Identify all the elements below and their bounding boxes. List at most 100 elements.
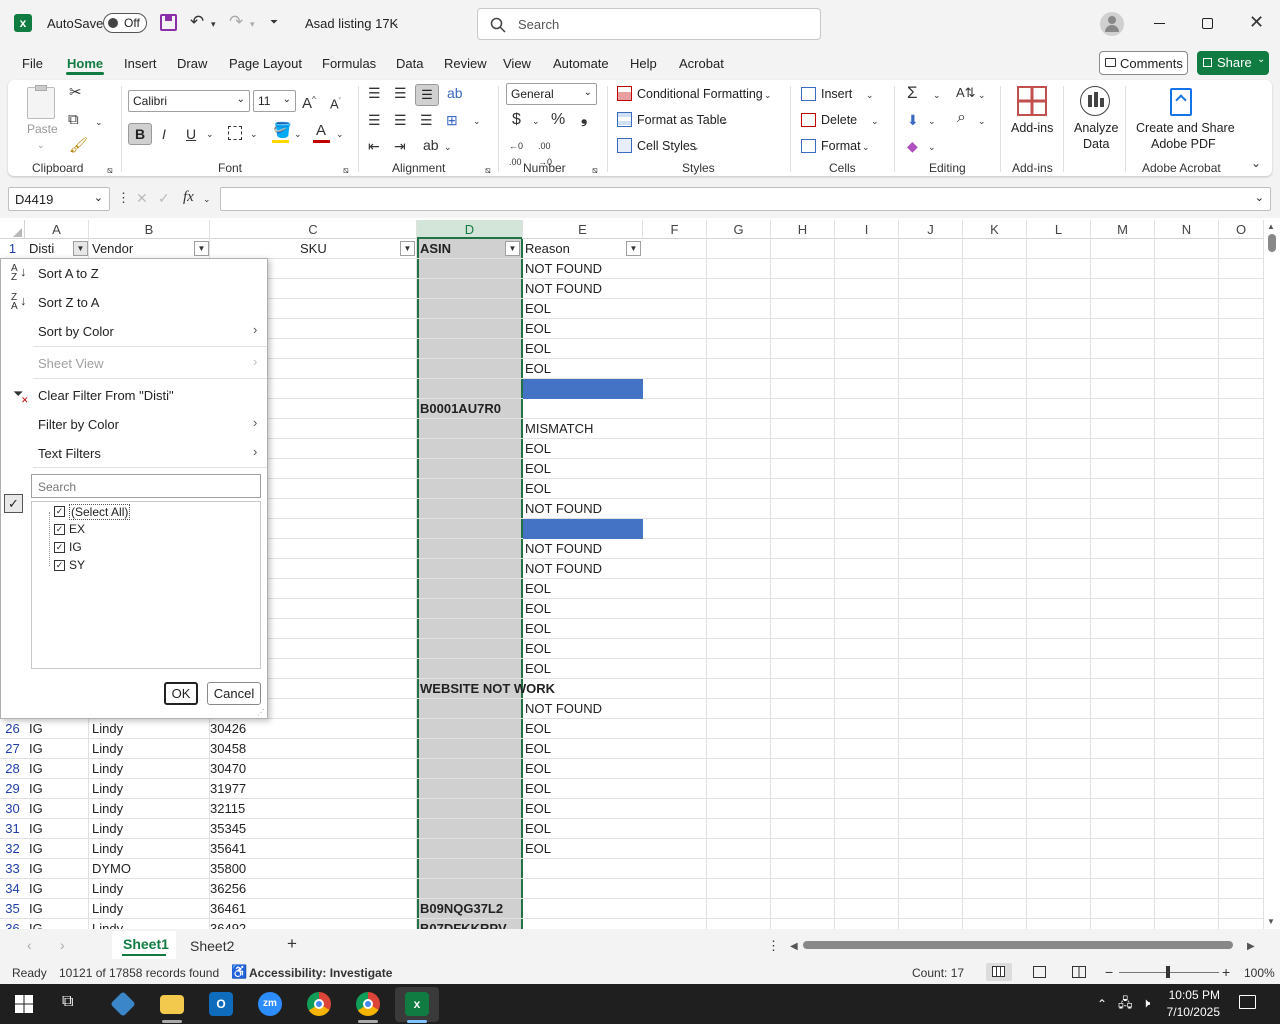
cell-reason[interactable]: NOT FOUND [525, 499, 602, 519]
delete-cells-dropdown-icon[interactable]: ⌄ [871, 113, 879, 129]
cell-sku[interactable]: 30458 [210, 739, 246, 759]
task-view-icon[interactable]: ⧉ [62, 994, 73, 1010]
restore-icon[interactable] [1202, 18, 1213, 29]
align-right-icon[interactable]: ☰ [420, 112, 433, 128]
format-cells-icon[interactable] [801, 139, 816, 153]
format-table-dropdown-icon[interactable]: ⌄ [721, 113, 729, 129]
cell-reason[interactable]: EOL [525, 439, 551, 459]
find-dropdown-icon[interactable]: ⌄ [978, 113, 986, 129]
cell-asin[interactable]: B09NQG37L2 [420, 899, 503, 919]
scroll-right-icon[interactable]: ▶ [1247, 939, 1255, 955]
cell-disti[interactable]: IG [29, 739, 43, 759]
filter-dropdown-vendor[interactable]: ▼ [194, 241, 209, 256]
paste-label[interactable]: Paste [27, 122, 58, 136]
row-header[interactable]: 31 [0, 819, 25, 839]
option-ig[interactable]: IG [69, 540, 82, 554]
cell-disti[interactable]: IG [29, 879, 43, 899]
vertical-scrollbar[interactable]: ▲ ▼ [1264, 220, 1280, 930]
cell-sku[interactable]: 35641 [210, 839, 246, 859]
chrome-profile-icon[interactable] [356, 992, 380, 1016]
excel-taskbar-icon[interactable]: x [405, 992, 429, 1016]
underline-dropdown-icon[interactable]: ⌄ [206, 126, 214, 142]
save-icon[interactable] [160, 14, 177, 31]
create-pdf-icon[interactable] [1170, 88, 1192, 116]
minimize-icon[interactable] [1154, 23, 1165, 24]
file-name[interactable]: Asad listing 17K [305, 16, 398, 31]
cell-reason[interactable]: EOL [525, 719, 551, 739]
cell-sku[interactable]: 35345 [210, 819, 246, 839]
cell-vendor[interactable]: Lindy [92, 739, 123, 759]
autosum-dropdown-icon[interactable]: ⌄ [933, 87, 941, 103]
row-header[interactable]: 30 [0, 799, 25, 819]
insert-function-icon[interactable]: fx [183, 189, 194, 205]
column-header[interactable]: C [210, 220, 417, 239]
cell-reason[interactable]: EOL [525, 639, 551, 659]
undo-dropdown-icon[interactable]: ▾ [211, 16, 216, 32]
row-header[interactable]: 27 [0, 739, 25, 759]
sheet-tab-sheet1[interactable]: Sheet1 [112, 931, 176, 959]
volume-mute-icon[interactable]: 🕨 [1142, 995, 1150, 1011]
tray-chevron-icon[interactable]: ⌃ [1097, 996, 1107, 1012]
sort-z-to-a[interactable]: Sort Z to A [38, 295, 99, 310]
cell-reason[interactable]: MISMATCH [525, 419, 593, 439]
cell-disti[interactable]: IG [29, 719, 43, 739]
comments-button[interactable]: Comments [1099, 51, 1188, 75]
copy-icon[interactable]: ⧉ [68, 112, 79, 128]
currency-dropdown-icon[interactable]: ⌄ [532, 113, 540, 129]
scroll-left-icon[interactable]: ◀ [790, 939, 798, 955]
orientation-icon[interactable]: ab [423, 137, 439, 153]
column-header[interactable]: H [771, 220, 835, 239]
row-header[interactable]: 26 [0, 719, 25, 739]
create-share-pdf-button[interactable]: Create and Share [1136, 121, 1235, 135]
cell-vendor[interactable]: Lindy [92, 839, 123, 859]
cell-disti[interactable]: IG [29, 779, 43, 799]
autosum-icon[interactable]: Σ [907, 84, 918, 101]
font-launcher-icon[interactable]: ⧅ [343, 162, 349, 178]
page-break-view-icon[interactable] [1072, 966, 1086, 978]
cell-disti[interactable]: IG [29, 859, 43, 879]
decrease-font-icon[interactable]: Aˇ [330, 94, 341, 112]
filter-search-input[interactable]: Search [31, 474, 261, 498]
expand-formula-icon[interactable]: ⌄ [1255, 191, 1264, 204]
file-name-chevron-icon[interactable]: ⌄ [391, 16, 399, 32]
row-header[interactable]: 34 [0, 879, 25, 899]
zoom-out-icon[interactable]: − [1105, 964, 1113, 980]
increase-decimal-icon[interactable]: ←0.00 [509, 138, 523, 170]
cell-reason[interactable]: EOL [525, 659, 551, 679]
decrease-indent-icon[interactable]: ⇤ [368, 138, 380, 154]
number-format-select[interactable]: General ⌄ [506, 83, 597, 105]
undo-icon[interactable]: ↶ [190, 13, 204, 30]
prev-sheet-icon[interactable]: ‹ [27, 937, 32, 953]
fill-dropdown-icon[interactable]: ⌄ [928, 113, 936, 129]
cell-styles-button[interactable]: Cell Styles [637, 139, 696, 153]
insert-cells-dropdown-icon[interactable]: ⌄ [866, 87, 874, 103]
cell-vendor[interactable]: Lindy [92, 819, 123, 839]
option-select-all[interactable]: (Select All) [69, 504, 131, 520]
align-center-icon[interactable]: ☰ [394, 112, 407, 128]
row-header[interactable]: 32 [0, 839, 25, 859]
redo-icon[interactable]: ↷ [229, 13, 243, 30]
sheet-tab-sheet2[interactable]: Sheet2 [190, 938, 234, 954]
tab-data[interactable]: Data [396, 56, 423, 71]
tab-formulas[interactable]: Formulas [322, 56, 376, 71]
confirm-entry-icon[interactable]: ✓ [158, 190, 170, 206]
formula-input[interactable]: ⌄ [220, 187, 1271, 211]
paste-dropdown-icon[interactable]: ⌄ [37, 137, 45, 153]
tab-automate[interactable]: Automate [553, 56, 609, 71]
cell-vendor[interactable]: DYMO [92, 859, 131, 879]
column-header[interactable]: E [523, 220, 643, 239]
column-header[interactable]: D [417, 220, 523, 239]
tab-file[interactable]: File [22, 56, 43, 71]
horizontal-scroll-thumb[interactable] [803, 941, 1233, 949]
align-left-icon[interactable]: ☰ [368, 112, 381, 128]
find-select-icon[interactable]: ⌕ [957, 110, 966, 126]
cell-sku[interactable]: 36461 [210, 899, 246, 919]
name-box[interactable]: D4419 ⌄ [8, 187, 110, 211]
conditional-formatting-icon[interactable] [617, 86, 632, 101]
fill-color-dropdown-icon[interactable]: ⌄ [294, 126, 302, 142]
cut-icon[interactable]: ✂ [69, 85, 82, 101]
cell-reason[interactable]: EOL [525, 779, 551, 799]
column-header[interactable]: F [643, 220, 707, 239]
tab-review[interactable]: Review [444, 56, 487, 71]
format-painter-icon[interactable]: 🖌 [69, 138, 88, 154]
